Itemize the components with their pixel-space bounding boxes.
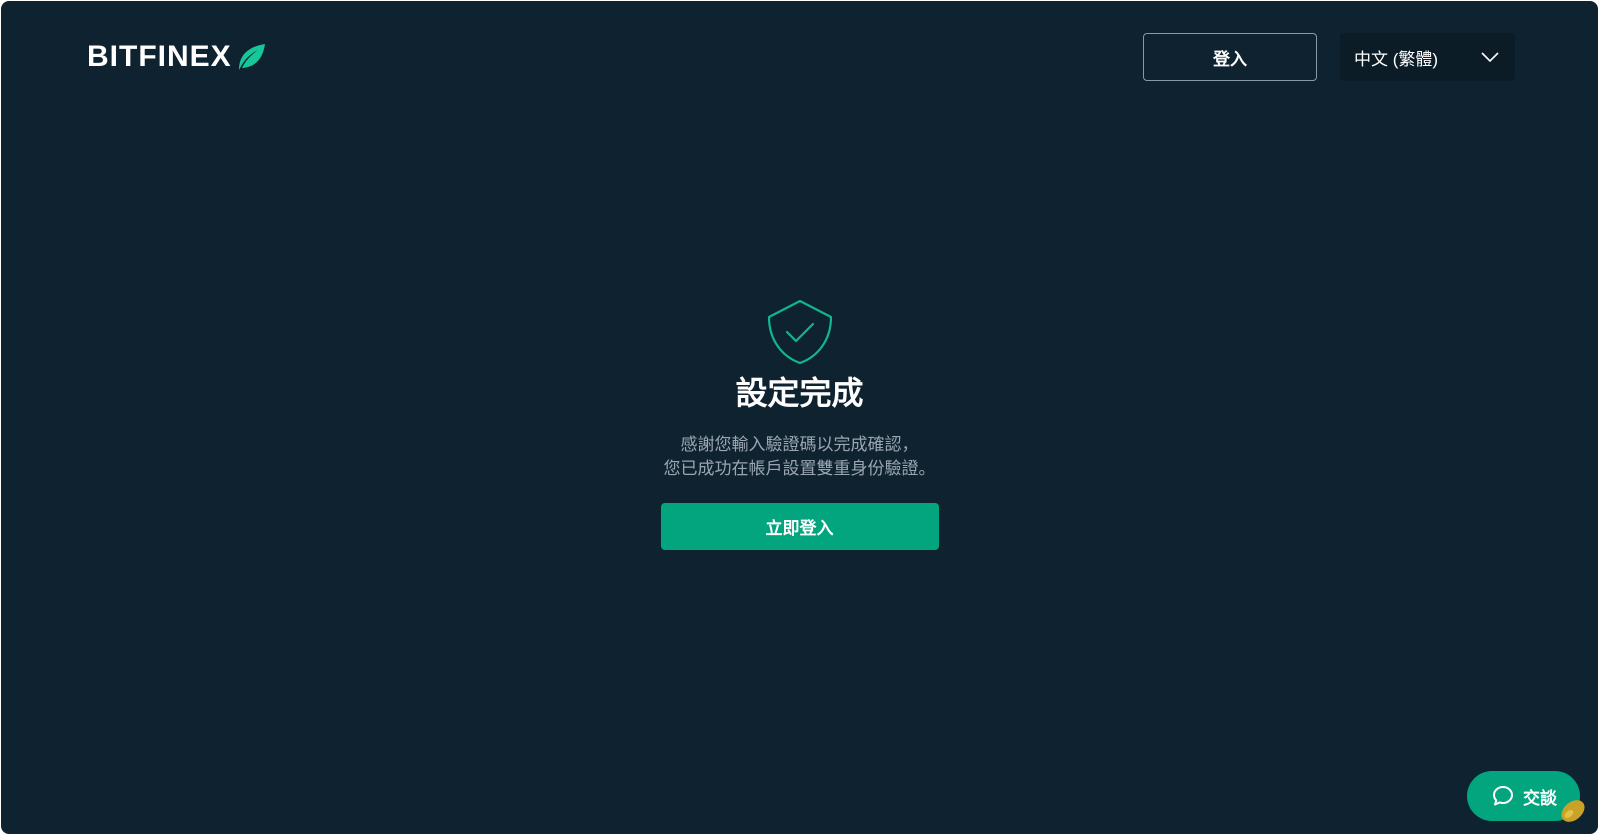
- shield-check-icon: [767, 299, 833, 365]
- mascot-bean-icon: [1558, 796, 1588, 826]
- logo-text: BITFINEX: [87, 40, 232, 73]
- page-title: 設定完成: [735, 375, 864, 411]
- chat-label: 交談: [1523, 788, 1557, 808]
- success-message-line-2: 您已成功在帳戶設置雙重身份驗證。: [663, 459, 936, 478]
- leaf-icon: [236, 43, 266, 71]
- login-button[interactable]: 登入: [1143, 33, 1317, 81]
- success-message: 感謝您輸入驗證碼以完成確認， 您已成功在帳戶設置雙重身份驗證。: [664, 433, 936, 481]
- success-panel: 設定完成 感謝您輸入驗證碼以完成確認， 您已成功在帳戶設置雙重身份驗證。 立即登…: [1, 299, 1598, 550]
- chat-bubble-icon: [1491, 784, 1515, 808]
- login-now-button[interactable]: 立即登入: [660, 503, 939, 550]
- chevron-down-icon: [1481, 52, 1499, 62]
- bitfinex-logo[interactable]: BITFINEX: [87, 42, 266, 72]
- app-window: BITFINEX 登入 中文 (繁體) 設定完成 感謝您輸入驗證碼以完成確認， …: [1, 1, 1598, 834]
- language-select-value: 中文 (繁體): [1354, 49, 1439, 69]
- success-message-line-1: 感謝您輸入驗證碼以完成確認，: [680, 435, 919, 454]
- language-select[interactable]: 中文 (繁體): [1340, 33, 1515, 81]
